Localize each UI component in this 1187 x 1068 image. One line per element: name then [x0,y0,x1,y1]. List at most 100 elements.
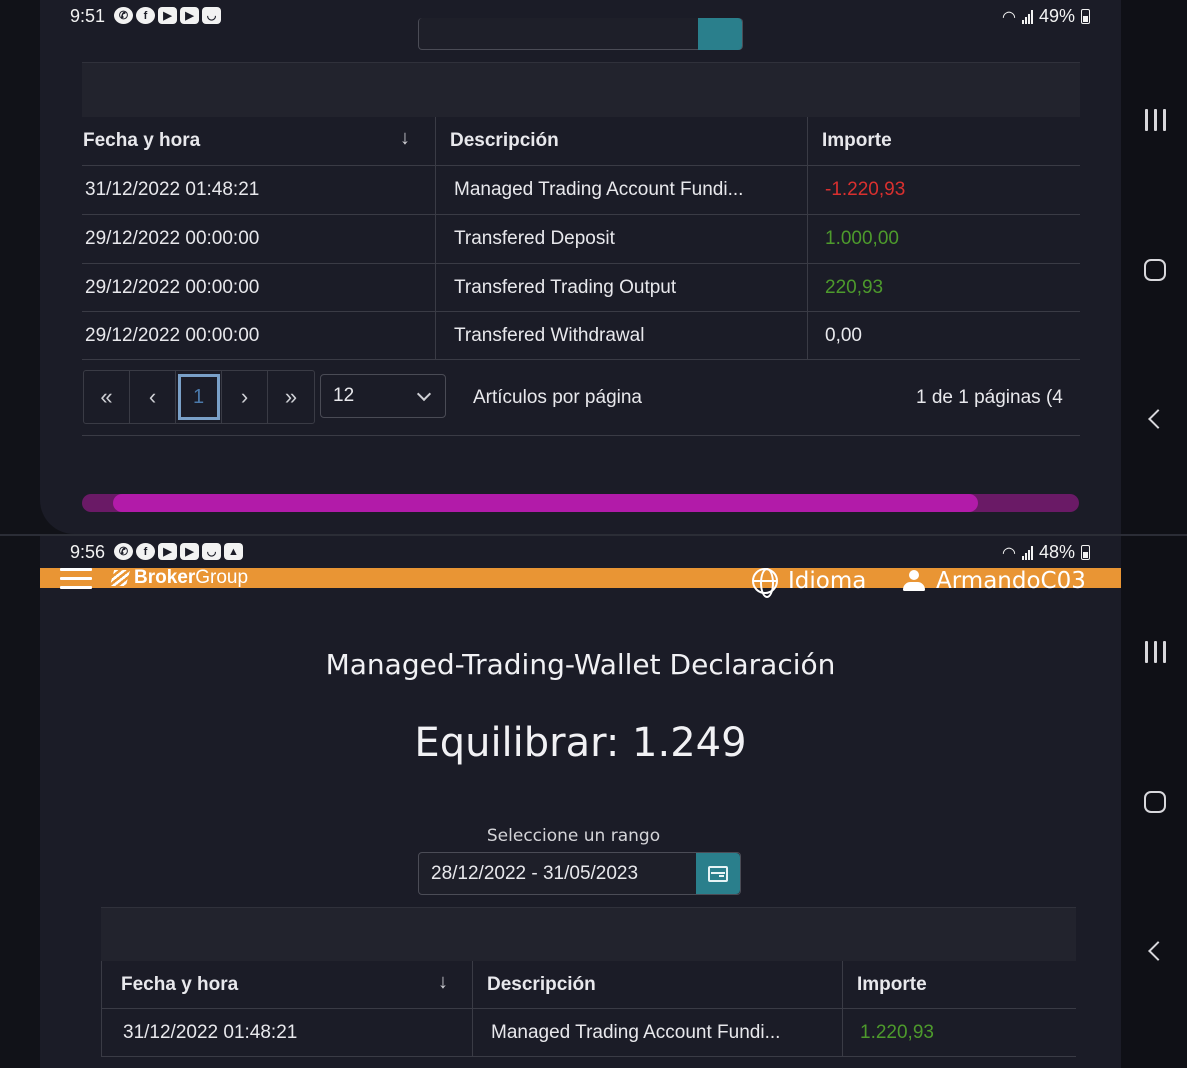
header-date-label: Fecha y hora [83,130,201,151]
notification-icons: ✆ f ▶ ▶ ◡ [114,7,221,24]
wifi-icon: ◠ [1002,544,1016,562]
cell-amount: 220,93 [807,264,1080,311]
scrollbar-thumb[interactable] [113,494,978,512]
header-desc[interactable]: Descripción [435,117,807,165]
wifi-icon: ◠ [1002,8,1016,26]
signal-icon [1021,9,1033,24]
header-date[interactable]: Fecha y hora [83,117,435,165]
page-size-value: 12 [333,385,355,406]
cell-desc: Transfered Trading Output [435,264,807,311]
recents-icon[interactable] [1141,106,1169,134]
home-icon [1144,259,1166,281]
cell-date: 31/12/2022 01:48:21 [123,1021,298,1043]
android-nav-bar [1121,0,1187,534]
sort-arrow-down-icon[interactable]: ↓ [400,127,410,150]
sort-arrow-down-icon[interactable]: ↓ [438,971,448,994]
last-page-button[interactable]: » [268,371,314,423]
date-range-value: 28/12/2022 - 31/05/2023 [431,862,639,884]
header-amount[interactable]: Importe [807,117,1080,165]
language-label: Idioma [788,568,867,594]
menu-icon[interactable] [60,568,92,590]
chevron-down-icon [416,386,432,402]
range-label: Seleccione un rango [486,826,661,846]
table-row[interactable]: 29/12/2022 00:00:00 Transfered Withdrawa… [82,312,1080,360]
table-header-row: Fecha y hora ↓ Descripción Importe [82,117,1080,166]
whatsapp-icon: ✆ [114,543,133,560]
facebook-icon: f [136,7,155,24]
home-icon [1144,791,1166,813]
pager-summary: 1 de 1 páginas (4 [916,386,1063,408]
header-amount[interactable]: Importe [842,961,1077,1008]
pagination: « ‹ 1 › » [83,370,315,424]
prev-page-button[interactable]: ‹ [130,371,176,423]
cell-amount: -1.220,93 [807,166,1080,214]
table-row[interactable]: 31/12/2022 01:48:21 Managed Trading Acco… [82,166,1080,215]
date-range-field[interactable]: 28/12/2022 - 31/05/2023 [418,852,741,895]
cell-date: 29/12/2022 00:00:00 [85,276,260,298]
youtube-icon: ▶ [158,543,177,560]
status-time: 9:56 [70,542,106,562]
table-toolbar [101,907,1076,961]
status-bar: 9:51 ✆ f ▶ ▶ ◡ ◠ 49% [70,4,1090,30]
cell-desc: Managed Trading Account Fundi... [435,166,807,214]
first-page-button[interactable]: « [84,371,130,423]
table-toolbar [82,62,1080,117]
status-right: ◠ 49% [1002,6,1090,27]
cell-date: 29/12/2022 00:00:00 [85,228,260,249]
status-time: 9:51 [70,6,106,26]
user-name: ArmandoC03 [936,568,1086,594]
youtube-icon: ▶ [180,7,199,24]
signal-icon [1021,545,1033,560]
home-button[interactable] [1141,788,1169,816]
cell-amount: 0,00 [807,312,1080,359]
back-icon [1148,941,1168,961]
pager-row: « ‹ 1 › » 12 Artículos por página 1 de 1… [82,360,1080,436]
top-screenshot: 9:51 ✆ f ▶ ▶ ◡ ◠ 49% Fecha y hora ↓ Desc… [0,0,1187,534]
user-icon [902,569,926,593]
whatsapp-icon: ✆ [114,7,133,24]
table-row[interactable]: 29/12/2022 00:00:00 Transfered Trading O… [82,264,1080,312]
header-date[interactable]: Fecha y hora [121,961,471,1008]
cell-amount: 1.000,00 [807,215,1080,263]
home-button[interactable] [1141,256,1169,284]
battery-icon [1081,9,1090,24]
broker-logo-icon [109,570,131,586]
youtube-icon: ▶ [158,7,177,24]
page-title: Managed-Trading-Wallet Declaración [325,648,836,681]
page-1-button[interactable]: 1 [176,371,222,423]
cell-amount: 1.220,93 [842,1009,1077,1056]
globe-icon [752,568,778,598]
brand-light: Group [195,567,249,588]
transactions-table: Fecha y hora ↓ Descripción Importe 31/12… [101,907,1076,1068]
bottom-screenshot: 9:56 ✆ f ▶ ▶ ◡ ▲ ◠ 48% Broker Group Idiom… [0,536,1187,1068]
notification-icons: ✆ f ▶ ▶ ◡ ▲ [114,543,243,560]
transactions-table: Fecha y hora ↓ Descripción Importe 31/12… [82,62,1080,436]
battery-percent: 48% [1038,542,1075,562]
header-amount-label: Importe [822,130,892,151]
battery-percent: 49% [1038,6,1075,26]
inbox-icon: ◡ [202,543,221,560]
cell-desc: Managed Trading Account Fundi... [472,1009,842,1056]
back-button[interactable] [1141,937,1169,965]
cell-desc: Transfered Deposit [435,215,807,263]
table-row[interactable]: 31/12/2022 01:48:21 Managed Trading Acco… [101,1009,1076,1057]
back-icon [1148,409,1168,429]
next-page-button[interactable]: › [222,371,268,423]
header-desc[interactable]: Descripción [472,961,842,1008]
horizontal-scrollbar[interactable] [82,494,1079,512]
recents-icon[interactable] [1141,638,1169,666]
per-page-label: Artículos por página [473,386,642,408]
back-button[interactable] [1141,405,1169,433]
balance-display: Equilibrar: 1.249 [414,720,747,766]
android-nav-bar [1121,536,1187,1068]
brand-logo[interactable]: Broker Group [109,567,249,589]
table-row[interactable]: 29/12/2022 00:00:00 Transfered Deposit 1… [82,215,1080,264]
calendar-button[interactable] [696,853,740,894]
language-menu[interactable]: Idioma [752,568,867,598]
user-menu[interactable]: ArmandoC03 [902,568,1086,594]
page-size-select[interactable]: 12 [320,374,446,418]
header-date-label: Fecha y hora [121,973,239,995]
app-header: Broker Group Idioma ArmandoC03 [40,567,1121,598]
status-right: ◠ 48% [1002,542,1090,563]
calendar-icon [708,865,728,882]
